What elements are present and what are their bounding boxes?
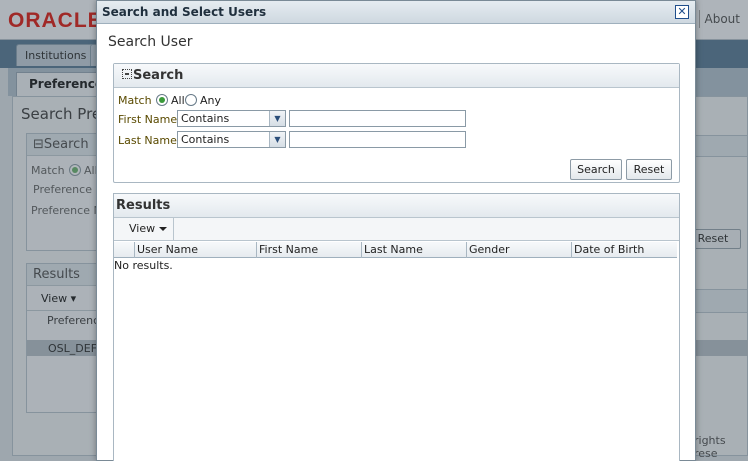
match-all-radio[interactable] bbox=[156, 94, 168, 106]
results-panel: Results View User Name First Name Last N… bbox=[113, 193, 680, 461]
last-name-operator-select[interactable]: Contains ▼ bbox=[177, 131, 286, 148]
dialog-title: Search and Select Users bbox=[102, 5, 267, 19]
column-header-first-name[interactable]: First Name bbox=[256, 242, 361, 258]
dialog-titlebar[interactable]: Search and Select Users ✕ bbox=[97, 1, 695, 24]
view-menu[interactable]: View bbox=[115, 218, 174, 240]
row-selector-header[interactable] bbox=[114, 242, 134, 258]
search-button[interactable]: Search bbox=[570, 159, 622, 180]
chevron-down-icon: ▼ bbox=[269, 111, 285, 126]
results-title: Results bbox=[116, 198, 171, 213]
first-name-operator-value: Contains bbox=[181, 112, 230, 125]
close-icon[interactable]: ✕ bbox=[675, 5, 689, 19]
no-results-message: No results. bbox=[114, 259, 173, 272]
match-any-radio[interactable] bbox=[185, 94, 197, 106]
reset-button[interactable]: Reset bbox=[626, 159, 672, 180]
match-any-label[interactable]: Any bbox=[200, 94, 221, 107]
first-name-label: First Name bbox=[118, 113, 178, 126]
search-panel-title: Search bbox=[133, 68, 184, 83]
results-panel-header: Results bbox=[114, 194, 679, 218]
match-label: Match bbox=[118, 94, 152, 107]
last-name-label: Last Name bbox=[118, 134, 177, 147]
match-all-label[interactable]: All bbox=[171, 94, 185, 107]
dialog-heading: Search User bbox=[108, 34, 193, 50]
results-toolbar: View bbox=[114, 218, 679, 241]
results-table-header: User Name First Name Last Name Gender Da… bbox=[114, 242, 677, 258]
first-name-input[interactable] bbox=[289, 110, 466, 127]
search-panel: Search Match All Any First Name Contains… bbox=[113, 63, 680, 183]
last-name-input[interactable] bbox=[289, 131, 466, 148]
collapse-icon[interactable] bbox=[122, 69, 132, 79]
chevron-down-icon: ▼ bbox=[269, 132, 285, 147]
search-panel-header[interactable]: Search bbox=[114, 64, 679, 88]
view-menu-label: View bbox=[129, 222, 156, 235]
column-header-user-name[interactable]: User Name bbox=[134, 242, 256, 258]
caret-down-icon bbox=[159, 227, 168, 231]
search-select-users-dialog: Search and Select Users ✕ Search User Se… bbox=[96, 0, 696, 461]
column-header-gender[interactable]: Gender bbox=[466, 242, 571, 258]
column-header-date-of-birth[interactable]: Date of Birth bbox=[571, 242, 677, 258]
column-header-last-name[interactable]: Last Name bbox=[361, 242, 466, 258]
last-name-operator-value: Contains bbox=[181, 133, 230, 146]
first-name-operator-select[interactable]: Contains ▼ bbox=[177, 110, 286, 127]
